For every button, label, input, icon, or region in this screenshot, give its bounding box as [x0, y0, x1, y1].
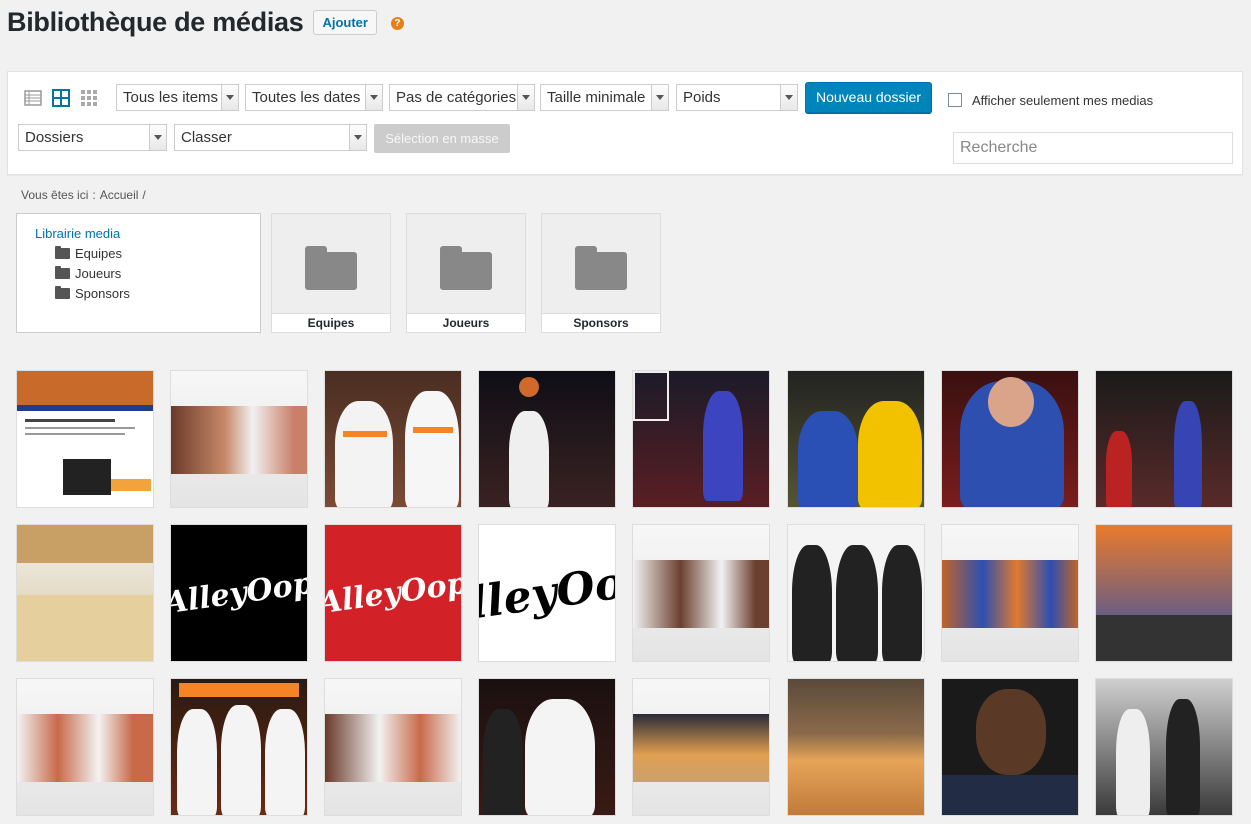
breadcrumb-slash: / [142, 188, 146, 202]
media-thumbnail[interactable] [1095, 678, 1233, 816]
media-thumbnail[interactable] [170, 678, 308, 816]
categories-filter-select[interactable]: Pas de catégories [389, 84, 535, 111]
folders-select[interactable]: Dossiers [18, 124, 167, 151]
folder-icon [55, 266, 70, 279]
chevron-down-icon [349, 125, 366, 150]
media-thumbnail[interactable] [787, 524, 925, 662]
folder-icon [575, 246, 627, 290]
media-thumbnail[interactable] [478, 678, 616, 816]
weight-filter-select[interactable]: Poids [676, 84, 798, 111]
folders-select-value: Dossiers [25, 129, 84, 146]
tree-root-link[interactable]: Librairie media [35, 226, 120, 241]
tree-item-label: Joueurs [75, 266, 122, 281]
media-thumbnail[interactable] [16, 370, 154, 508]
alleyoop-logo: lleyOo [478, 556, 616, 630]
breadcrumb: Vous êtes ici: Accueil / [21, 188, 150, 202]
media-thumbnail[interactable] [324, 370, 462, 508]
media-thumbnail[interactable] [16, 524, 154, 662]
media-thumbnail[interactable] [941, 678, 1079, 816]
chevron-down-icon [517, 85, 534, 110]
media-thumbnail[interactable] [632, 370, 770, 508]
dates-filter-value: Toutes les dates [252, 89, 361, 106]
tree-item-label: Sponsors [75, 286, 130, 301]
media-thumbnail[interactable] [16, 678, 154, 816]
items-filter-select[interactable]: Tous les items [116, 84, 239, 111]
media-thumbnail[interactable] [941, 370, 1079, 508]
media-toolbar: Tous les items Toutes les dates Pas de c… [7, 71, 1243, 175]
new-folder-button[interactable]: Nouveau dossier [805, 82, 932, 113]
folder-card-sponsors[interactable]: Sponsors [541, 213, 661, 333]
help-icon[interactable]: ? [390, 17, 404, 30]
media-thumbnail[interactable] [1095, 524, 1233, 662]
page-title: Bibliothèque de médias [7, 6, 304, 37]
tree-item-joueurs[interactable]: Joueurs [55, 266, 121, 281]
folder-tree: Librairie media Equipes Joueurs Sponsors [16, 213, 261, 333]
alleyoop-logo: AlleyOop [324, 565, 462, 621]
folder-card-joueurs[interactable]: Joueurs [406, 213, 526, 333]
chevron-down-icon [780, 85, 797, 110]
folder-card-label: Equipes [272, 313, 390, 332]
media-thumbnail[interactable]: AlleyOop [170, 524, 308, 662]
folder-card-label: Joueurs [407, 313, 525, 332]
list-view-icon[interactable] [24, 89, 42, 107]
folder-icon [305, 246, 357, 290]
tree-item-label: Equipes [75, 246, 122, 261]
dates-filter-select[interactable]: Toutes les dates [245, 84, 383, 111]
tree-item-equipes[interactable]: Equipes [55, 246, 122, 261]
grid-view-icon[interactable] [52, 89, 70, 107]
folder-card-equipes[interactable]: Equipes [271, 213, 391, 333]
chevron-down-icon [149, 125, 166, 150]
bulk-select-button[interactable]: Sélection en masse [374, 124, 510, 153]
folder-icon [55, 246, 70, 259]
folder-icon [55, 286, 70, 299]
page-header: Bibliothèque de médias Ajouter ? [7, 5, 404, 39]
media-thumbnail[interactable] [632, 524, 770, 662]
breadcrumb-prefix: Vous êtes ici [21, 188, 89, 202]
categories-filter-value: Pas de catégories [396, 89, 517, 106]
media-thumbnail[interactable] [787, 370, 925, 508]
min-size-filter-select[interactable]: Taille minimale [540, 84, 669, 111]
breadcrumb-home-link[interactable]: Accueil [100, 188, 139, 202]
breadcrumb-colon: : [92, 188, 96, 202]
folder-card-label: Sponsors [542, 313, 660, 332]
folder-icon [440, 246, 492, 290]
only-mine-label: Afficher seulement mes medias [972, 93, 1154, 108]
media-thumbnail[interactable] [170, 370, 308, 508]
chevron-down-icon [365, 85, 382, 110]
search-input[interactable]: Recherche [953, 132, 1233, 164]
sort-select-value: Classer [181, 129, 232, 146]
media-thumbnail[interactable] [1095, 370, 1233, 508]
items-filter-value: Tous les items [123, 89, 219, 106]
media-thumbnail[interactable] [941, 524, 1079, 662]
media-thumbnail[interactable]: lleyOo [478, 524, 616, 662]
weight-filter-value: Poids [683, 89, 721, 106]
media-thumbnail[interactable]: AlleyOop [324, 524, 462, 662]
sort-select[interactable]: Classer [174, 124, 367, 151]
media-thumbnail[interactable] [324, 678, 462, 816]
only-mine-checkbox[interactable] [948, 93, 962, 107]
tree-item-sponsors[interactable]: Sponsors [55, 286, 130, 301]
chevron-down-icon [651, 85, 668, 110]
min-size-filter-value: Taille minimale [547, 89, 646, 106]
alleyoop-logo: AlleyOop [170, 565, 308, 621]
small-grid-view-icon[interactable] [80, 89, 98, 107]
add-media-button[interactable]: Ajouter [313, 9, 377, 35]
media-thumbnail[interactable] [478, 370, 616, 508]
media-thumbnail[interactable] [787, 678, 925, 816]
media-thumbnail[interactable] [632, 678, 770, 816]
chevron-down-icon [221, 85, 238, 110]
